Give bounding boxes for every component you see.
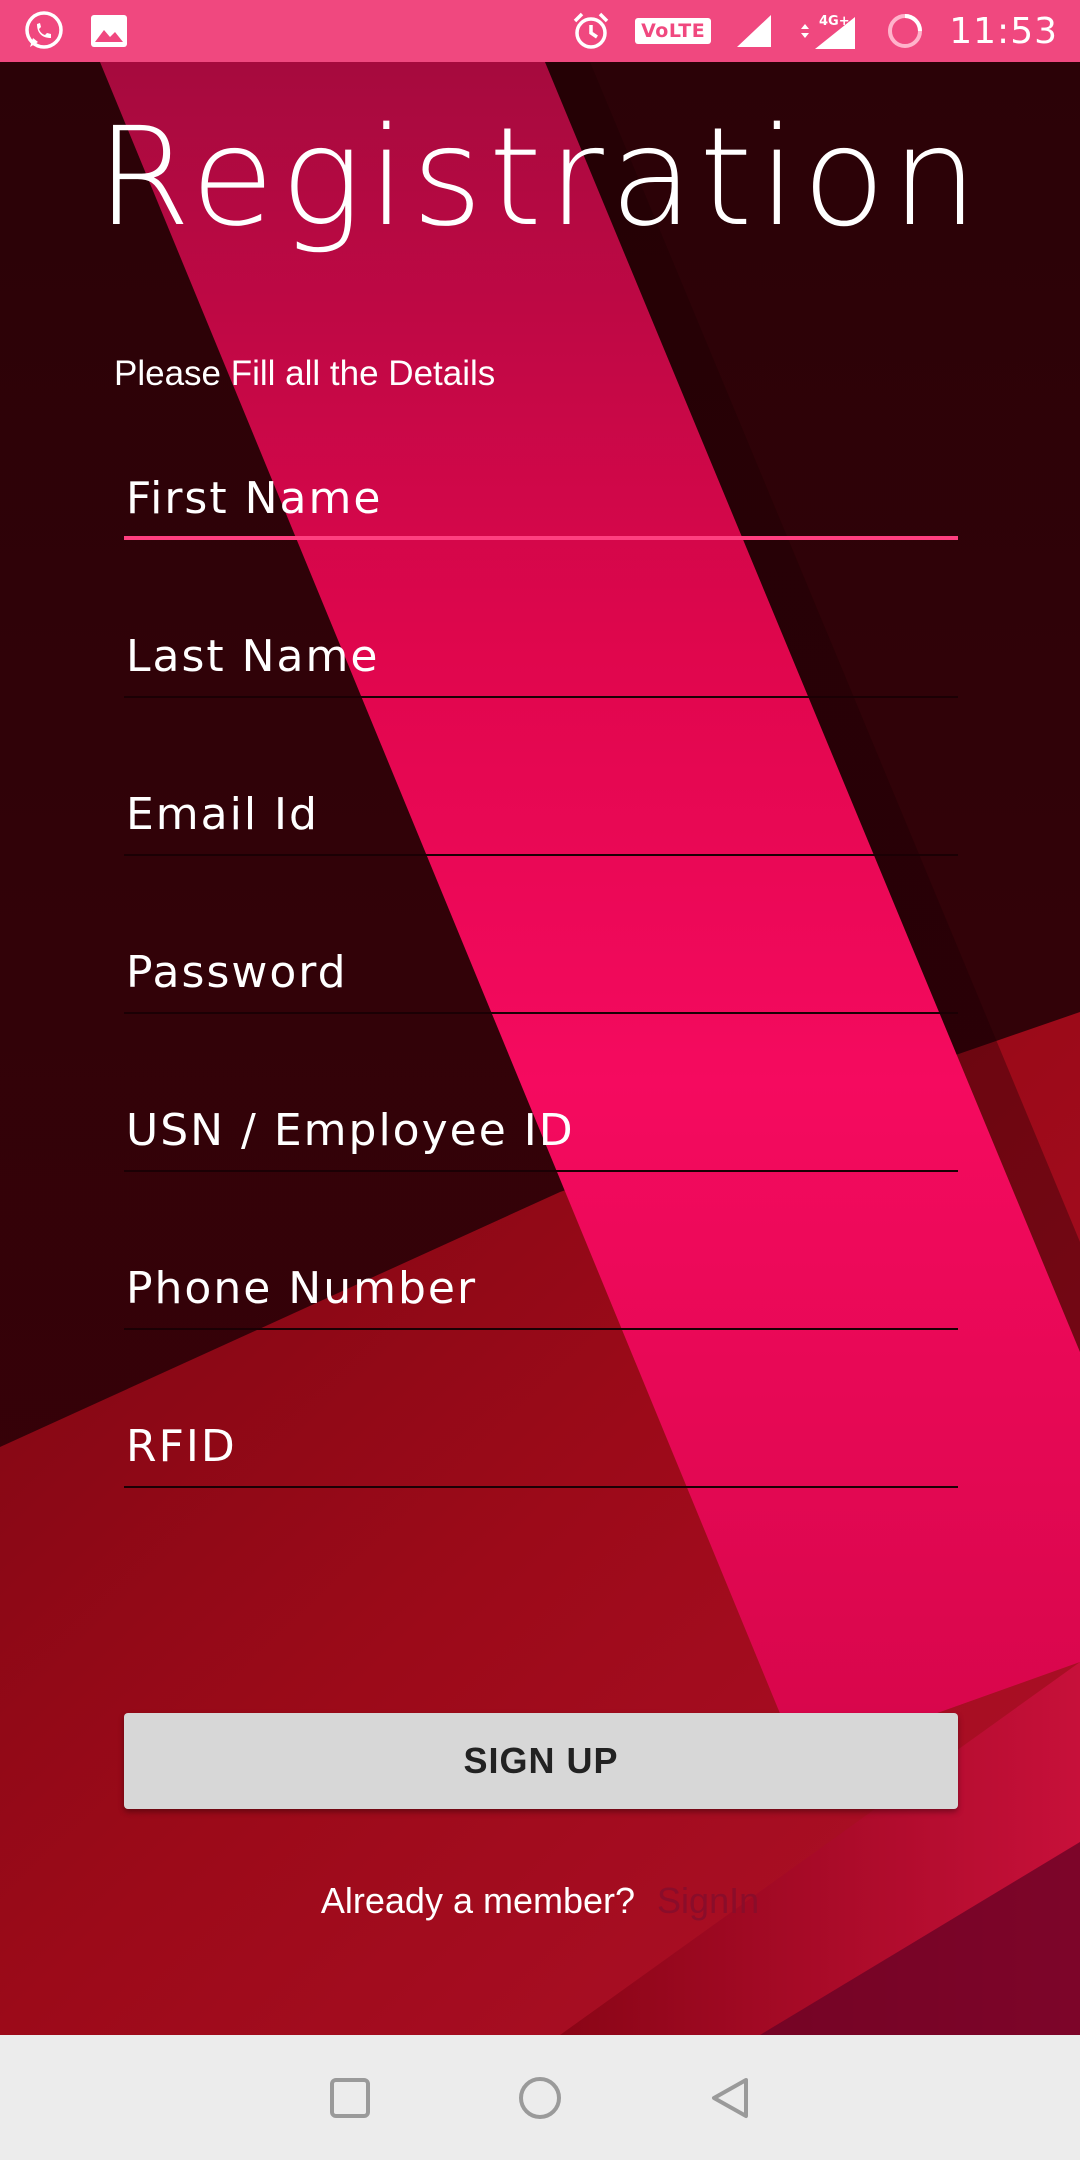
- rfid-input[interactable]: [124, 1408, 958, 1484]
- status-bar-right: VoLTE 4G+ 11:53: [571, 11, 1058, 52]
- first-name-field[interactable]: [124, 460, 958, 540]
- alarm-icon: [571, 11, 611, 51]
- volte-icon: VoLTE: [635, 18, 712, 44]
- rfid-field[interactable]: [124, 1408, 958, 1488]
- password-input[interactable]: [124, 934, 958, 1010]
- last-name-input[interactable]: [124, 618, 958, 694]
- status-time: 11:53: [949, 10, 1058, 52]
- already-member-text: Already a member?: [320, 1880, 636, 1921]
- navigation-bar: [0, 2035, 1080, 2160]
- back-icon[interactable]: [700, 2068, 760, 2128]
- signal-icon: [735, 13, 773, 49]
- password-underline: [124, 1012, 958, 1014]
- last-name-field[interactable]: [124, 618, 958, 698]
- form-subtitle: Please Fill all the Details: [114, 354, 496, 393]
- loading-icon: [885, 11, 925, 51]
- password-field[interactable]: [124, 934, 958, 1014]
- phone-number-underline: [124, 1328, 958, 1330]
- network-icon: 4G+: [797, 11, 861, 51]
- first-name-input[interactable]: [124, 460, 958, 536]
- status-bar-left: [22, 9, 128, 53]
- signin-link[interactable]: SignIn: [657, 1880, 759, 1921]
- usn-employee-id-input[interactable]: [124, 1092, 958, 1168]
- email-input[interactable]: [124, 776, 958, 852]
- last-name-underline: [124, 696, 958, 698]
- signin-row: Already a member? SignIn: [0, 1880, 1080, 1922]
- phone-number-field[interactable]: [124, 1250, 958, 1330]
- status-bar: VoLTE 4G+ 11:53: [0, 0, 1080, 62]
- phone-number-input[interactable]: [124, 1250, 958, 1326]
- usn-employee-id-underline: [124, 1170, 958, 1172]
- rfid-underline: [124, 1486, 958, 1488]
- home-icon[interactable]: [510, 2068, 570, 2128]
- signup-button[interactable]: SIGN UP: [124, 1713, 958, 1809]
- email-field[interactable]: [124, 776, 958, 856]
- page-title: Registration: [96, 99, 984, 257]
- usn-employee-id-field[interactable]: [124, 1092, 958, 1172]
- network-label: 4G+: [819, 14, 850, 29]
- image-icon: [90, 14, 128, 48]
- whatsapp-icon: [22, 9, 66, 53]
- first-name-underline: [124, 536, 958, 540]
- email-underline: [124, 854, 958, 856]
- recents-icon[interactable]: [320, 2068, 380, 2128]
